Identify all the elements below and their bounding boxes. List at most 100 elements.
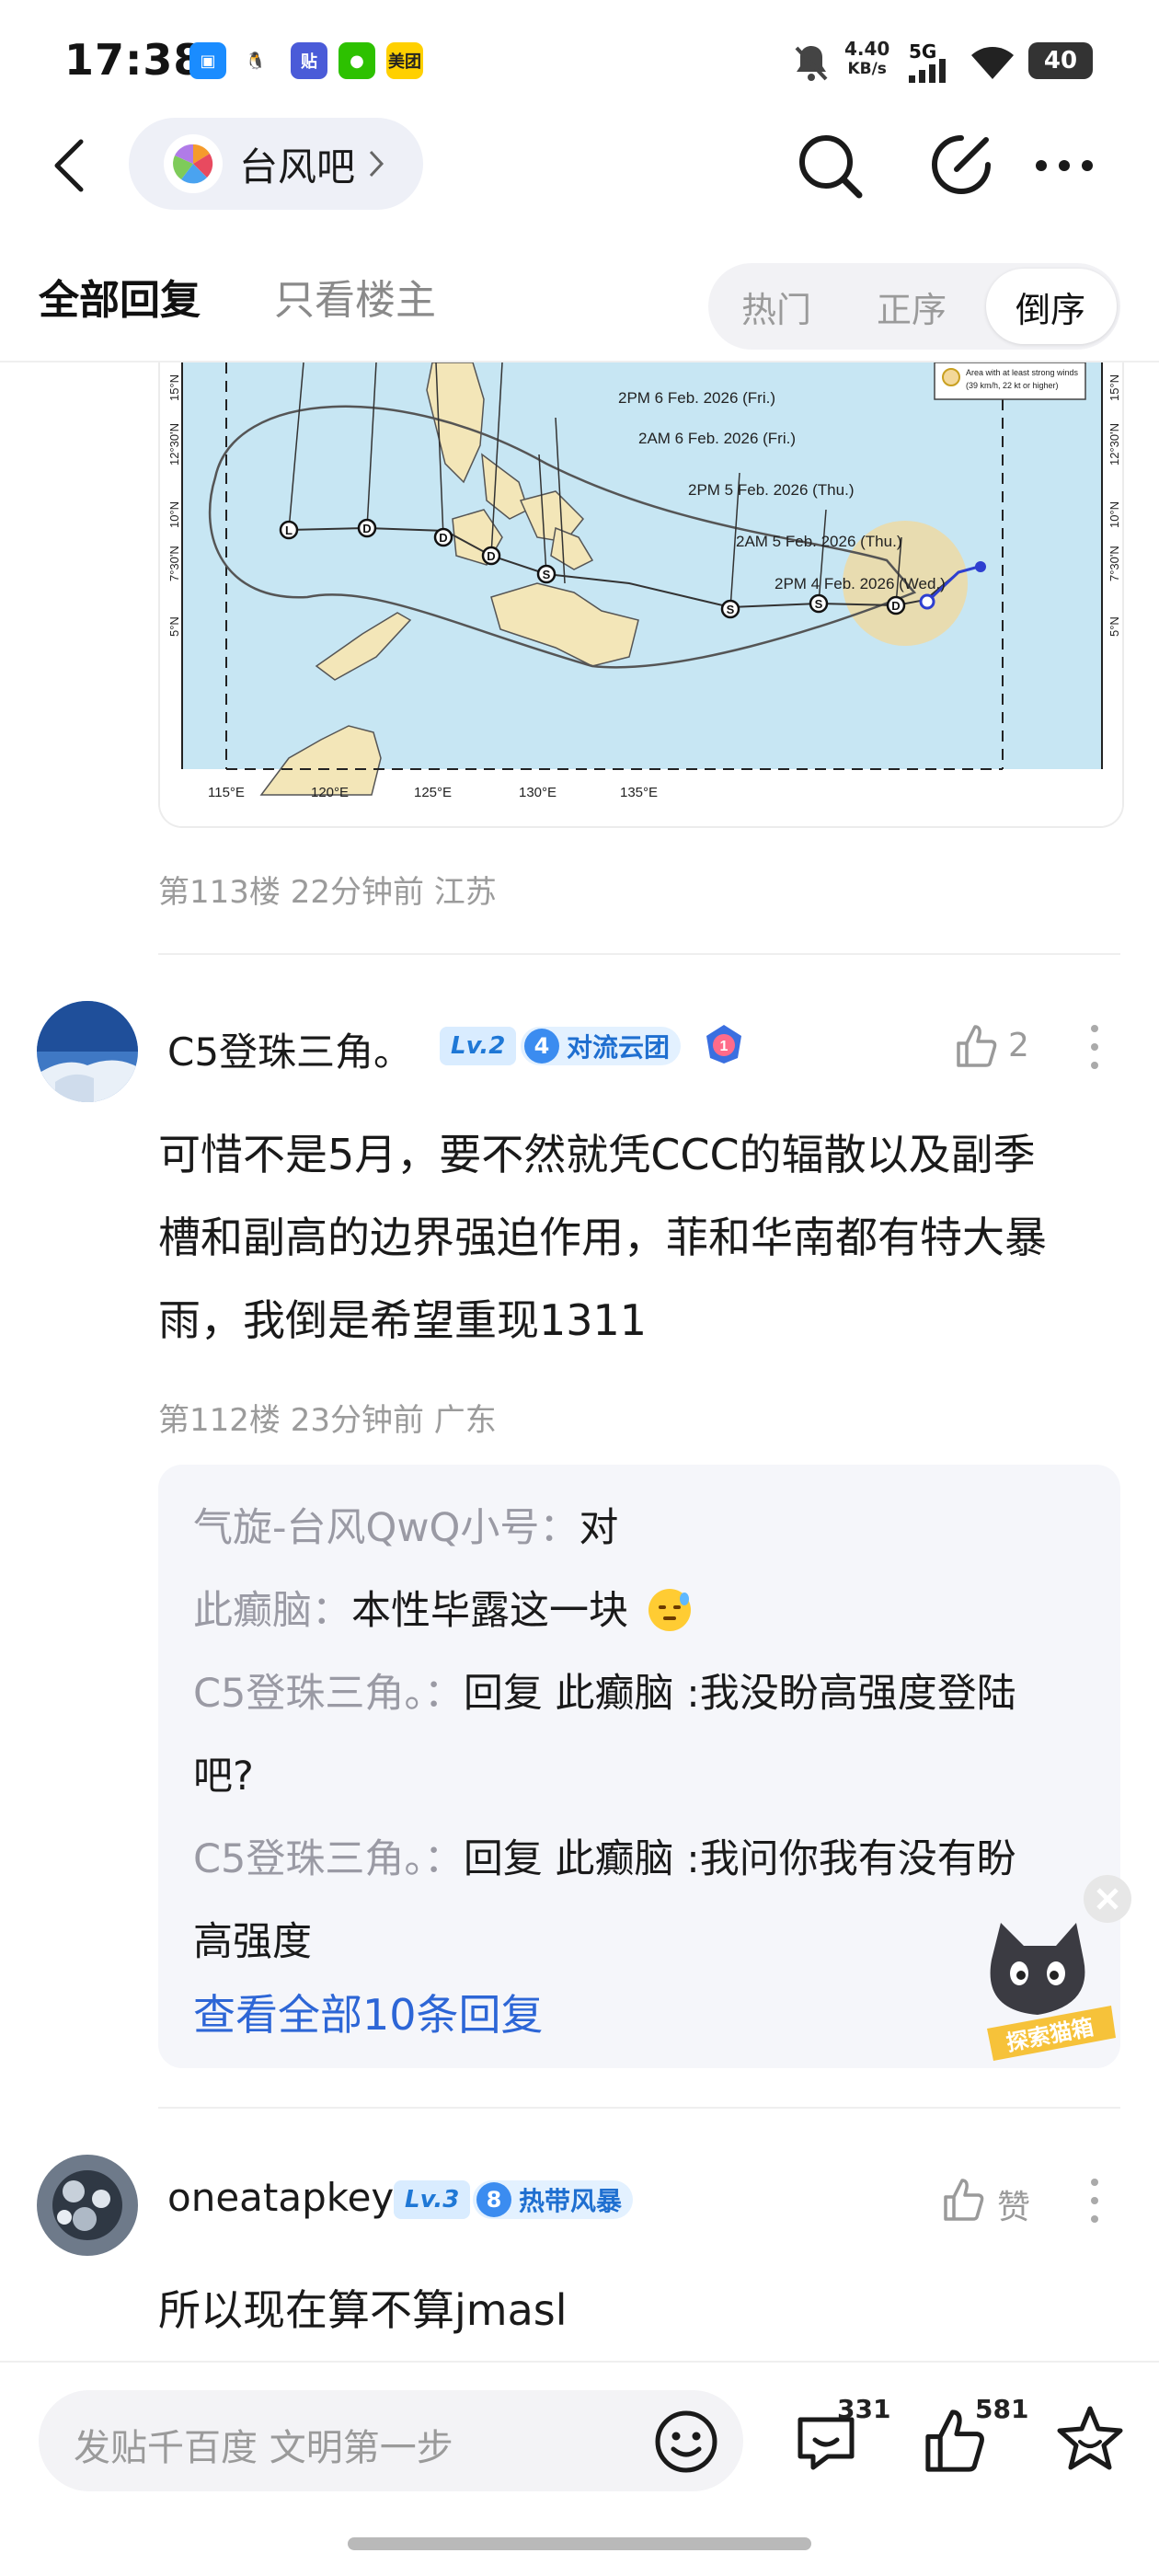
latitude-label: 7°30'N — [167, 546, 181, 581]
tab-all-replies[interactable]: 全部回复 — [39, 267, 201, 326]
like-label[interactable]: 赞 — [997, 2180, 1030, 2228]
reply-text: 回复 此癫脑 :我问你我有没有盼 — [463, 1836, 1016, 1882]
post-divider — [158, 953, 1120, 955]
track-marker: D — [886, 595, 906, 615]
thumbs-up-icon[interactable] — [953, 1023, 999, 1069]
track-marker: D — [481, 546, 501, 566]
rank-badge-icon: 1 — [703, 1023, 745, 1065]
signal-icon — [909, 59, 946, 83]
svg-text:S: S — [543, 568, 551, 581]
mute-icon — [795, 46, 828, 81]
username[interactable]: C5登珠三角。 — [167, 1021, 412, 1077]
forecast-time-label: 2PM 4 Feb. 2026 (Wed.) — [775, 575, 946, 592]
forecast-time-label: 2AM 6 Feb. 2026 (Fri.) — [638, 430, 796, 447]
track-marker: S — [809, 593, 829, 614]
latitude-label: 10°N — [167, 501, 181, 528]
forecast-time-label: 2AM 5 Feb. 2026 (Thu.) — [736, 533, 901, 550]
like-count: 2 — [1008, 1027, 1029, 1064]
sub-reply[interactable]: C5登珠三角。：回复 此癫脑 :我问你我有没有盼 — [193, 1818, 1067, 1901]
emoji-icon[interactable] — [653, 2409, 719, 2475]
reply-author[interactable]: 此癫脑： — [193, 1588, 351, 1634]
sub-reply[interactable]: 此癫脑：本性毕露这一块 — [193, 1570, 1067, 1652]
svg-text:L: L — [285, 523, 293, 537]
tieba-app-icon: 贴 — [291, 42, 327, 79]
network-speed-unit: KB/s — [847, 60, 887, 78]
track-marker: S — [720, 599, 740, 619]
thumbs-up-icon[interactable] — [940, 2177, 986, 2223]
user-title-badge: 8 热带风暴 — [473, 2180, 634, 2219]
username[interactable]: oneatapkey — [167, 2175, 394, 2220]
svg-text:S: S — [727, 603, 735, 616]
post-content: 所以现在算不算jmasl — [158, 2285, 568, 2335]
sub-reply[interactable]: C5登珠三角。：回复 此癫脑 :我没盼高强度登陆 — [193, 1652, 1067, 1735]
reply-author[interactable]: C5登珠三角。： — [193, 1836, 464, 1882]
reply-text: 本性毕露这一块 — [351, 1588, 628, 1634]
post-more-icon[interactable] — [1089, 2175, 1100, 2226]
network-speed-value: 4.40 — [844, 38, 890, 60]
longitude-label: 115°E — [208, 785, 245, 800]
wifi-icon — [971, 47, 1014, 79]
sub-reply-continued: 吧? — [193, 1735, 1067, 1818]
avatar[interactable] — [37, 1001, 138, 1102]
sub-reply[interactable]: 气旋-台风QwQ小号：对 — [193, 1487, 1067, 1570]
longitude-label: 120°E — [311, 785, 349, 800]
meituan-app-icon: 美团 — [386, 42, 423, 79]
longitude-label: 125°E — [414, 785, 452, 800]
chevron-right-icon — [369, 150, 384, 178]
battery-indicator: 40 — [1028, 42, 1093, 79]
latitude-label: 10°N — [1107, 501, 1121, 528]
map-legend-text: Area with at least strong winds — [966, 368, 1079, 377]
network-speed: 4.40 KB/s — [844, 39, 889, 79]
qq-app-icon: 🐧 — [237, 42, 274, 79]
post-meta: 第112楼 23分钟前 广东 — [158, 1402, 497, 1439]
svg-text:D: D — [362, 522, 371, 535]
forum-name: 台风吧 — [239, 144, 356, 190]
sort-hot-tab[interactable]: 热门 — [741, 282, 811, 332]
reply-author[interactable]: C5登珠三角。： — [193, 1671, 464, 1717]
more-icon[interactable] — [1034, 158, 1095, 173]
wechat-app-icon: ● — [339, 42, 375, 79]
title-text: 热带风暴 — [519, 2186, 623, 2216]
compose-icon[interactable] — [929, 132, 993, 197]
post-text-line: 雨，我倒是希望重现1311 — [158, 1295, 648, 1345]
svg-text:S: S — [815, 597, 823, 611]
post-text-line: 槽和副高的边界强迫作用，菲和华南都有特大暴 — [158, 1213, 1047, 1262]
svg-text:D: D — [891, 599, 900, 613]
sort-desc-tab[interactable]: 倒序 — [1016, 282, 1085, 332]
svg-text:D: D — [487, 549, 495, 563]
home-indicator[interactable] — [348, 2537, 811, 2550]
post-meta: 第113楼 22分钟前 江苏 — [158, 874, 497, 911]
sort-asc-tab[interactable]: 正序 — [877, 282, 947, 332]
forum-entry[interactable]: 台风吧 — [129, 118, 423, 210]
latitude-label: 5°N — [1107, 616, 1121, 637]
forecast-time-label: 2PM 5 Feb. 2026 (Thu.) — [688, 481, 854, 499]
svg-text:D: D — [439, 531, 447, 545]
track-marker: S — [536, 564, 557, 584]
track-marker: D — [433, 527, 453, 547]
post-more-icon[interactable] — [1089, 1021, 1100, 1073]
reply-text: 对 — [579, 1505, 619, 1551]
level-badge: Lv.3 — [394, 2180, 471, 2219]
status-time: 17:38 — [64, 35, 204, 85]
map-legend-subtext: (39 km/h, 22 kt or higher) — [966, 381, 1059, 390]
close-mascot-icon[interactable] — [1082, 1873, 1133, 1925]
reply-author[interactable]: 气旋-台风QwQ小号： — [193, 1505, 579, 1551]
latitude-label: 5°N — [167, 616, 181, 637]
favorite-star-icon[interactable] — [1054, 2403, 1126, 2475]
latitude-label: 7°30'N — [1107, 546, 1121, 581]
explore-mascot[interactable]: 探索猫箱 — [973, 1923, 1120, 2079]
level-badge: Lv.2 — [440, 1027, 517, 1065]
latitude-label: 15°N — [167, 374, 181, 401]
back-arrow-icon[interactable] — [52, 138, 88, 193]
reply-text: 高强度 — [193, 1919, 312, 1965]
reply-text: 回复 此癫脑 :我没盼高强度登陆 — [463, 1671, 1016, 1717]
typhoon-track-map[interactable]: Area with at least strong winds (39 km/h… — [158, 362, 1124, 828]
track-marker: D — [357, 518, 377, 538]
sweat-emoji-icon — [648, 1589, 691, 1631]
tab-op-only[interactable]: 只看楼主 — [274, 267, 436, 326]
post-divider — [158, 2107, 1120, 2109]
map-image: Area with at least strong winds (39 km/h… — [160, 362, 1122, 826]
avatar[interactable] — [37, 2155, 138, 2256]
view-all-replies-link[interactable]: 查看全部10条回复 — [193, 1982, 544, 2042]
search-icon[interactable] — [797, 132, 865, 201]
